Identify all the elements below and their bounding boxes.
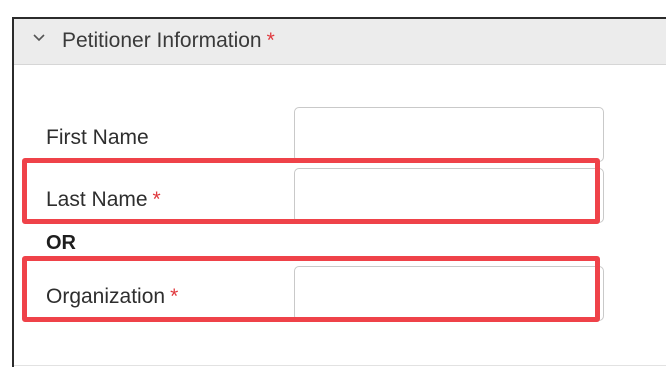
first-name-input[interactable] — [294, 107, 604, 162]
required-asterisk: * — [266, 29, 275, 52]
last-name-label-text: Last Name — [46, 188, 148, 211]
organization-label-text: Organization — [46, 285, 166, 308]
first-name-label-text: First Name — [46, 126, 149, 149]
chevron-down-icon[interactable] — [32, 31, 46, 45]
section-title-text: Petitioner Information — [62, 29, 262, 52]
section-title: Petitioner Information * — [62, 29, 275, 53]
first-name-label: First Name — [46, 126, 149, 150]
organization-input[interactable] — [294, 266, 604, 321]
required-asterisk: * — [152, 188, 161, 211]
required-asterisk: * — [170, 285, 179, 308]
or-separator: OR — [46, 232, 76, 254]
last-name-input[interactable] — [294, 168, 604, 223]
organization-label: Organization * — [46, 285, 178, 309]
last-name-label: Last Name * — [46, 188, 161, 212]
section-divider — [14, 365, 666, 366]
petitioner-information-panel: Petitioner Information * First Name Last … — [12, 17, 666, 367]
section-header-toggle[interactable]: Petitioner Information * — [14, 19, 666, 65]
